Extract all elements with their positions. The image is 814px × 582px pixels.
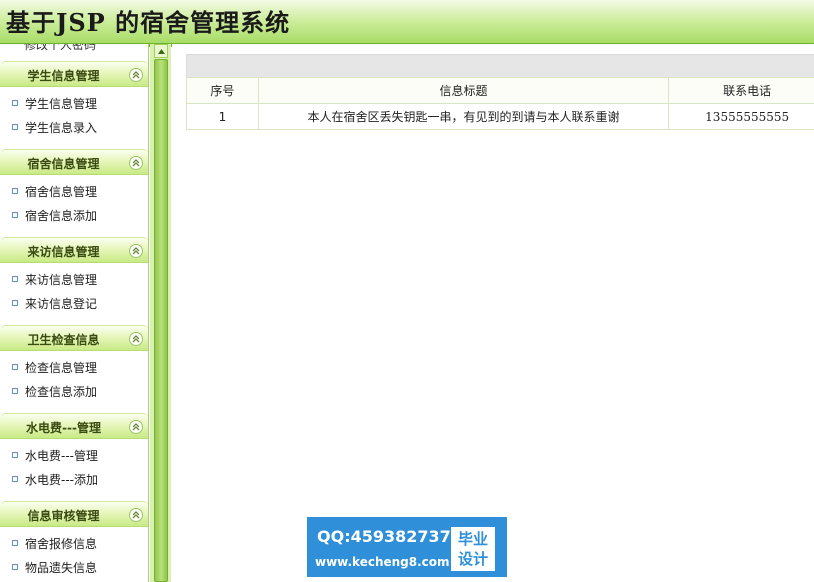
scrollbar-thumb[interactable] bbox=[154, 59, 168, 582]
sidebar-item-student-add[interactable]: 学生信息录入 bbox=[0, 115, 148, 139]
bullet-icon bbox=[12, 476, 18, 482]
group-title: 水电费---管理 bbox=[26, 421, 101, 435]
bullet-icon bbox=[12, 540, 18, 546]
watermark-qq: QQ:459382737 bbox=[317, 527, 451, 546]
sidebar-item-label: 学生信息录入 bbox=[25, 121, 98, 135]
sidebar-item-dorm-add[interactable]: 宿舍信息添加 bbox=[0, 203, 148, 227]
sidebar-item-partial[interactable]: 修改个人密码 bbox=[24, 44, 96, 53]
sidebar-item-visitor-manage[interactable]: 来访信息管理 bbox=[0, 267, 148, 291]
table-header-row: 序号 信息标题 联系电话 bbox=[186, 77, 814, 104]
cell-title: 本人在宿舍区丢失钥匙一串，有见到的到请与本人联系重谢 bbox=[257, 103, 670, 130]
bullet-icon bbox=[12, 212, 18, 218]
sidebar-item-label: 来访信息管理 bbox=[25, 273, 98, 287]
group-header-utility[interactable]: 水电费---管理 bbox=[0, 413, 148, 439]
bullet-icon bbox=[12, 276, 18, 282]
sidebar-item-repair[interactable]: 宿舍报修信息 bbox=[0, 531, 148, 555]
app-title: 基于JSP 的宿舍管理系统 bbox=[6, 8, 291, 37]
sidebar-item-label: 水电费---添加 bbox=[25, 473, 98, 487]
sidebar-item-utility-add[interactable]: 水电费---添加 bbox=[0, 467, 148, 491]
sidebar-item-label: 水电费---管理 bbox=[25, 449, 98, 463]
bullet-icon bbox=[12, 100, 18, 106]
collapse-up-icon[interactable] bbox=[129, 68, 143, 82]
sidebar-item-label: 物品遗失信息 bbox=[25, 561, 98, 575]
watermark-site: www.kecheng8.com bbox=[315, 555, 450, 569]
badge-line-1: 毕业 bbox=[457, 530, 488, 548]
group-header-student[interactable]: 学生信息管理 bbox=[0, 61, 148, 87]
group-header-hygiene[interactable]: 卫生检查信息 bbox=[0, 325, 148, 351]
collapse-up-icon[interactable] bbox=[129, 244, 143, 258]
bullet-icon bbox=[12, 364, 18, 370]
group-title: 学生信息管理 bbox=[27, 69, 100, 83]
group-header-review[interactable]: 信息审核管理 bbox=[0, 501, 148, 527]
collapse-up-icon[interactable] bbox=[129, 332, 143, 346]
app-window: 基于JSP 的宿舍管理系统 修改个人密码 学生信息管理 学生信息管理 学生信息录… bbox=[0, 0, 814, 582]
sidebar-group-student: 学生信息管理 学生信息管理 学生信息录入 bbox=[0, 61, 148, 139]
group-title: 信息审核管理 bbox=[27, 509, 100, 523]
sidebar-item-lost[interactable]: 物品遗失信息 bbox=[0, 555, 148, 579]
sidebar-item-label: 宿舍信息添加 bbox=[25, 209, 98, 223]
sidebar: 修改个人密码 学生信息管理 学生信息管理 学生信息录入 宿舍信息管理 宿舍信息管… bbox=[0, 44, 149, 582]
bullet-icon bbox=[12, 388, 18, 394]
collapse-up-icon[interactable] bbox=[129, 156, 143, 170]
sidebar-item-label: 宿舍信息管理 bbox=[25, 185, 98, 199]
info-table-panel: 序号 信息标题 联系电话 1 本人在宿舍区丢失钥匙一串，有见到的到请与本人联系重… bbox=[186, 54, 814, 130]
sidebar-group-utility: 水电费---管理 水电费---管理 水电费---添加 bbox=[0, 413, 148, 491]
group-header-dorm[interactable]: 宿舍信息管理 bbox=[0, 149, 148, 175]
sidebar-item-label: 宿舍报修信息 bbox=[25, 537, 98, 551]
bullet-icon bbox=[12, 300, 18, 306]
bullet-icon bbox=[12, 452, 18, 458]
sidebar-group-visitor: 来访信息管理 来访信息管理 来访信息登记 bbox=[0, 237, 148, 315]
collapse-up-icon[interactable] bbox=[129, 420, 143, 434]
info-table: 序号 信息标题 联系电话 1 本人在宿舍区丢失钥匙一串，有见到的到请与本人联系重… bbox=[186, 77, 814, 130]
bullet-icon bbox=[12, 124, 18, 130]
sidebar-item-label: 学生信息管理 bbox=[25, 97, 98, 111]
sidebar-group-dorm: 宿舍信息管理 宿舍信息管理 宿舍信息添加 bbox=[0, 149, 148, 227]
main-content: 序号 信息标题 联系电话 1 本人在宿舍区丢失钥匙一串，有见到的到请与本人联系重… bbox=[172, 44, 814, 582]
app-header: 基于JSP 的宿舍管理系统 bbox=[0, 0, 814, 47]
watermark-badge: 毕业 设计 bbox=[451, 527, 495, 571]
table-row[interactable]: 1 本人在宿舍区丢失钥匙一串，有见到的到请与本人联系重谢 13555555555 bbox=[186, 103, 814, 130]
bullet-icon bbox=[12, 188, 18, 194]
sidebar-item-label: 检查信息管理 bbox=[25, 361, 98, 375]
collapse-up-icon[interactable] bbox=[129, 508, 143, 522]
column-header-title: 信息标题 bbox=[257, 77, 670, 104]
column-header-phone: 联系电话 bbox=[668, 77, 814, 104]
sidebar-item-label: 检查信息添加 bbox=[25, 385, 98, 399]
group-title: 卫生检查信息 bbox=[27, 333, 100, 347]
sidebar-item-dorm-manage[interactable]: 宿舍信息管理 bbox=[0, 179, 148, 203]
badge-line-2: 设计 bbox=[457, 550, 488, 568]
sidebar-item-student-manage[interactable]: 学生信息管理 bbox=[0, 91, 148, 115]
sidebar-group-review: 信息审核管理 宿舍报修信息 物品遗失信息 bbox=[0, 501, 148, 579]
cell-index: 1 bbox=[186, 103, 259, 130]
sidebar-item-label: 来访信息登记 bbox=[25, 297, 98, 311]
table-toolbar bbox=[186, 54, 814, 77]
watermark-overlay: QQ:459382737 www.kecheng8.com 毕业 设计 bbox=[307, 517, 507, 577]
sidebar-item-check-manage[interactable]: 检查信息管理 bbox=[0, 355, 148, 379]
sidebar-group-hygiene: 卫生检查信息 检查信息管理 检查信息添加 bbox=[0, 325, 148, 403]
sidebar-item-check-add[interactable]: 检查信息添加 bbox=[0, 379, 148, 403]
column-header-index: 序号 bbox=[186, 77, 259, 104]
sidebar-item-visitor-register[interactable]: 来访信息登记 bbox=[0, 291, 148, 315]
cell-phone: 13555555555 bbox=[668, 103, 814, 130]
scroll-up-arrow-icon[interactable] bbox=[154, 44, 168, 58]
bullet-icon bbox=[12, 564, 18, 570]
group-title: 宿舍信息管理 bbox=[27, 157, 100, 171]
group-header-visitor[interactable]: 来访信息管理 bbox=[0, 237, 148, 263]
sidebar-scrollbar[interactable] bbox=[150, 44, 171, 582]
group-title: 来访信息管理 bbox=[27, 245, 100, 259]
sidebar-item-utility-manage[interactable]: 水电费---管理 bbox=[0, 443, 148, 467]
